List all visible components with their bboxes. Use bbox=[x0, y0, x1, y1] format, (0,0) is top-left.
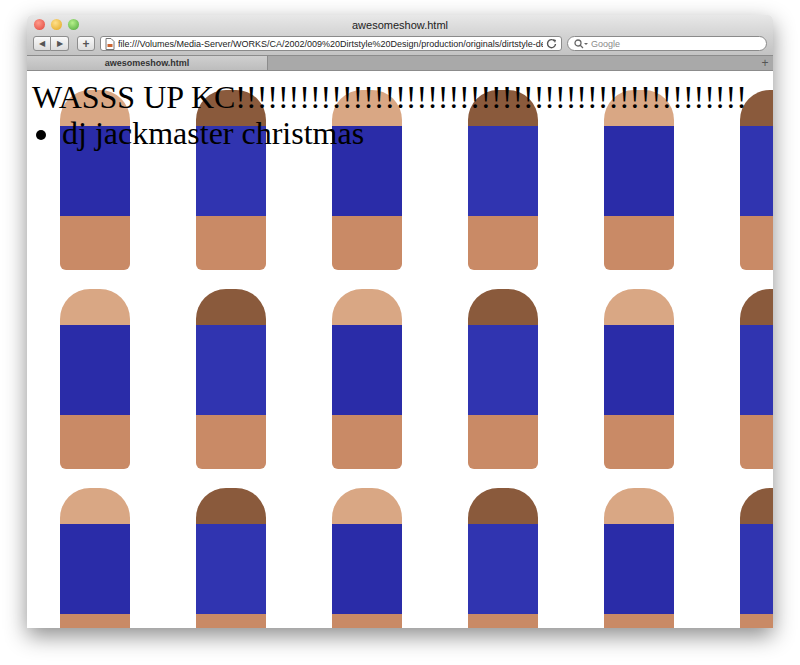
new-tab-button[interactable]: + bbox=[757, 56, 773, 70]
tab[interactable]: awesomeshow.html bbox=[27, 56, 268, 70]
page-list: dj jackmaster christmas bbox=[32, 115, 773, 151]
forward-button[interactable]: ▶ bbox=[51, 36, 69, 51]
title-bar: awesomeshow.html bbox=[27, 15, 773, 35]
background-photo bbox=[27, 71, 773, 628]
address-field[interactable]: file:///Volumes/Media-Server/WORKS/CA/20… bbox=[100, 36, 562, 51]
minimize-button[interactable] bbox=[51, 19, 62, 30]
reload-icon[interactable] bbox=[546, 38, 557, 49]
photo-tile bbox=[571, 469, 773, 628]
file-icon bbox=[105, 38, 115, 50]
zoom-button[interactable] bbox=[68, 19, 79, 30]
magnifier-icon bbox=[574, 39, 588, 49]
back-button[interactable]: ◀ bbox=[33, 36, 51, 51]
toolbar: ◀ ▶ + file:///Volumes/Media-Server/WORKS… bbox=[27, 35, 773, 55]
desktop: awesomeshow.html ◀ ▶ + file:///Volumes/M… bbox=[0, 0, 800, 665]
search-field[interactable]: Google bbox=[567, 36, 767, 51]
photo-tile bbox=[299, 469, 571, 628]
window-title: awesomeshow.html bbox=[352, 19, 448, 31]
page-content: WASSS UP KC!!!!!!!!!!!!!!!!!!!!!!!!!!!!!… bbox=[27, 71, 773, 628]
photo-tile bbox=[299, 270, 571, 469]
close-button[interactable] bbox=[34, 19, 45, 30]
browser-window: awesomeshow.html ◀ ▶ + file:///Volumes/M… bbox=[27, 15, 773, 628]
photo-tile bbox=[571, 270, 773, 469]
list-item: dj jackmaster christmas bbox=[62, 115, 773, 151]
tab-bar: awesomeshow.html + bbox=[27, 55, 773, 71]
photo-tile bbox=[27, 469, 299, 628]
page-heading: WASSS UP KC!!!!!!!!!!!!!!!!!!!!!!!!!!!!!… bbox=[32, 79, 773, 115]
add-bookmark-button[interactable]: + bbox=[77, 36, 95, 51]
photo-tile bbox=[27, 270, 299, 469]
